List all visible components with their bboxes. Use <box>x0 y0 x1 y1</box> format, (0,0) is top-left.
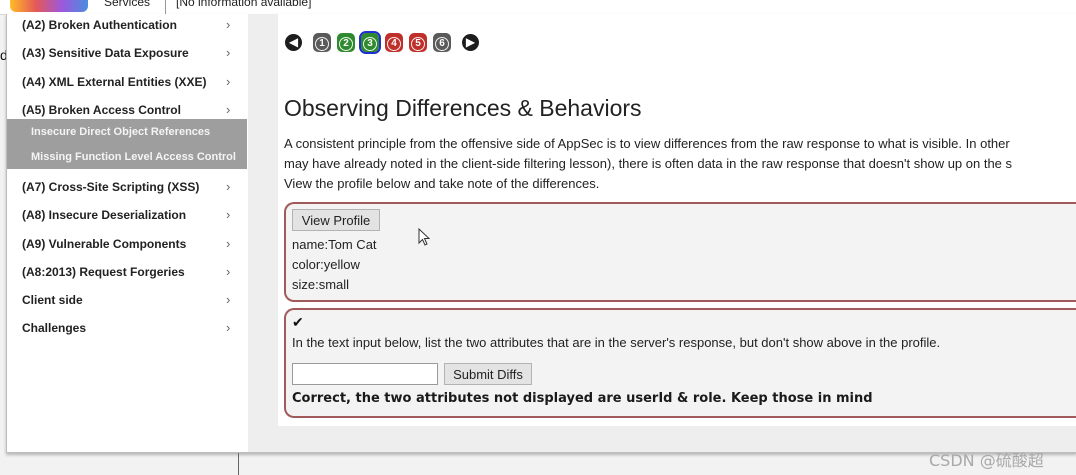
arrow-right-icon[interactable]: ▶ <box>462 34 479 51</box>
sidebar-item-sensitive-data-exposure[interactable]: (A3) Sensitive Data Exposure › <box>7 42 247 66</box>
paragraph-line: A consistent principle from the offensiv… <box>284 136 1010 151</box>
sidebar-item-label: (A8) Insecure Deserialization <box>22 208 187 222</box>
sidebar-item-vulnerable-components[interactable]: (A9) Vulnerable Components › <box>7 233 247 257</box>
attack-panel: ✔ In the text input below, list the two … <box>284 308 1076 418</box>
page-button-3[interactable]: 3 <box>359 31 381 54</box>
chevron-right-icon: › <box>226 292 231 307</box>
watermark: CSDN @硫酸超 <box>929 451 1044 470</box>
page-number: 2 <box>339 37 353 51</box>
page-button-1[interactable]: 1 <box>313 33 331 52</box>
feedback-message: Correct, the two attributes not displaye… <box>292 391 873 406</box>
sidebar-item-label: Challenges <box>22 321 87 335</box>
page-button-2[interactable]: 2 <box>337 33 355 52</box>
profile-color: color:yellow <box>292 257 360 272</box>
paragraph-line: may have already noted in the client-sid… <box>284 156 1013 171</box>
submit-diffs-button[interactable]: Submit Diffs <box>444 363 532 385</box>
lesson-area: ◀ 123456 ▶ Observing Differences & Behav… <box>278 14 1076 426</box>
chevron-right-icon: › <box>226 236 231 251</box>
page-number: 3 <box>363 37 377 51</box>
chevron-right-icon: › <box>226 320 231 335</box>
mouse-cursor-icon <box>418 228 431 246</box>
sidebar: (A2) Broken Authentication › (A3) Sensit… <box>7 14 247 452</box>
submenu-item-missing-function-level[interactable]: Missing Function Level Access Control <box>31 151 236 163</box>
paragraph-line: View the profile below and take note of … <box>284 176 600 191</box>
services-menu[interactable]: Services <box>104 0 150 9</box>
sidebar-item-label: (A9) Vulnerable Components <box>22 237 187 251</box>
top-bar: Services [No information available] <box>0 0 1076 15</box>
sidebar-item-label: (A5) Broken Access Control <box>22 103 181 117</box>
checkmark-icon: ✔ <box>292 314 304 330</box>
browser-window: (A2) Broken Authentication › (A3) Sensit… <box>6 14 1076 453</box>
main-content: ◀ 123456 ▶ Observing Differences & Behav… <box>248 14 1076 452</box>
page-button-4[interactable]: 4 <box>385 33 403 52</box>
view-profile-button[interactable]: View Profile <box>292 209 380 231</box>
page-number: 1 <box>315 37 329 51</box>
sidebar-item-client-side[interactable]: Client side › <box>7 289 247 313</box>
page-button-6[interactable]: 6 <box>433 33 451 52</box>
sidebar-item-label: (A3) Sensitive Data Exposure <box>22 46 189 60</box>
sidebar-item-label: (A2) Broken Authentication <box>22 18 177 32</box>
sidebar-item-label: Client side <box>22 293 83 307</box>
sidebar-item-label: (A8:2013) Request Forgeries <box>22 265 185 279</box>
attributes-input[interactable] <box>292 363 438 385</box>
chevron-right-icon: › <box>226 179 231 194</box>
app-logo <box>10 0 88 12</box>
sidebar-item-broken-authentication[interactable]: (A2) Broken Authentication › <box>7 14 247 38</box>
lesson-title: Observing Differences & Behaviors <box>284 95 642 121</box>
sidebar-item-label: (A4) XML External Entities (XXE) <box>22 75 207 89</box>
lesson-paragraph: A consistent principle from the offensiv… <box>284 134 1076 194</box>
sidebar-item-xxe[interactable]: (A4) XML External Entities (XXE) › <box>7 71 247 95</box>
profile-name: name:Tom Cat <box>292 237 377 252</box>
sidebar-item-request-forgeries[interactable]: (A8:2013) Request Forgeries › <box>7 261 247 285</box>
chevron-right-icon: › <box>226 74 231 89</box>
submenu-item-idor[interactable]: Insecure Direct Object References <box>31 126 210 138</box>
instruction-text: In the text input below, list the two at… <box>292 335 941 350</box>
submenu-access-control: Insecure Direct Object References Missin… <box>7 119 247 169</box>
page-button-5[interactable]: 5 <box>409 33 427 52</box>
chevron-right-icon: › <box>226 102 231 117</box>
profile-size: size:small <box>292 277 350 292</box>
divider <box>238 453 239 475</box>
chevron-right-icon: › <box>226 207 231 222</box>
arrow-left-icon[interactable]: ◀ <box>285 34 302 51</box>
chevron-right-icon: › <box>226 264 231 279</box>
chevron-right-icon: › <box>226 45 231 60</box>
divider <box>165 0 166 14</box>
sidebar-item-challenges[interactable]: Challenges › <box>7 317 247 341</box>
sidebar-item-label: (A7) Cross-Site Scripting (XSS) <box>22 180 200 194</box>
page-number: 6 <box>435 37 449 51</box>
chevron-right-icon: › <box>226 17 231 32</box>
profile-panel: View Profile name:Tom Cat color:yellow s… <box>284 202 1076 302</box>
sidebar-item-insecure-deserialization[interactable]: (A8) Insecure Deserialization › <box>7 204 247 228</box>
sidebar-item-xss[interactable]: (A7) Cross-Site Scripting (XSS) › <box>7 176 247 200</box>
info-text: [No information available] <box>176 0 312 9</box>
page-number: 5 <box>411 37 425 51</box>
page-number: 4 <box>387 37 401 51</box>
